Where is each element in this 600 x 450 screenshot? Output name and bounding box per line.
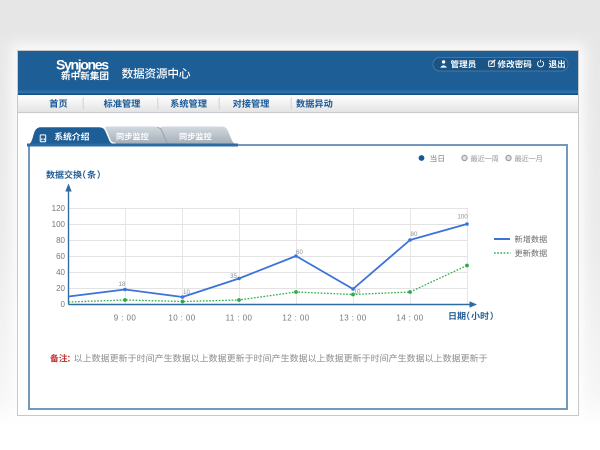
svg-text:10 : 00: 10 : 00	[168, 314, 195, 323]
svg-text:10: 10	[354, 288, 361, 295]
svg-text:100: 100	[457, 214, 468, 221]
svg-text:80: 80	[411, 231, 418, 238]
svg-text:60: 60	[56, 252, 65, 261]
svg-text:14 : 00: 14 : 00	[396, 314, 423, 323]
svg-text:13 : 00: 13 : 00	[339, 314, 366, 323]
svg-text:12 : 00: 12 : 00	[282, 314, 309, 323]
svg-text:0: 0	[61, 300, 66, 309]
svg-text:11 : 00: 11 : 00	[226, 314, 253, 323]
svg-text:40: 40	[56, 268, 65, 277]
svg-text:18: 18	[119, 281, 126, 288]
svg-text:10: 10	[183, 289, 190, 296]
svg-text:35: 35	[230, 273, 237, 280]
svg-text:100: 100	[52, 220, 66, 229]
svg-text:20: 20	[56, 284, 65, 293]
svg-text:120: 120	[52, 204, 66, 213]
svg-text:60: 60	[296, 249, 303, 256]
svg-text:9 : 00: 9 : 00	[114, 314, 137, 323]
svg-text:80: 80	[56, 236, 65, 245]
svg-text:Synjones: Synjones	[56, 57, 109, 73]
